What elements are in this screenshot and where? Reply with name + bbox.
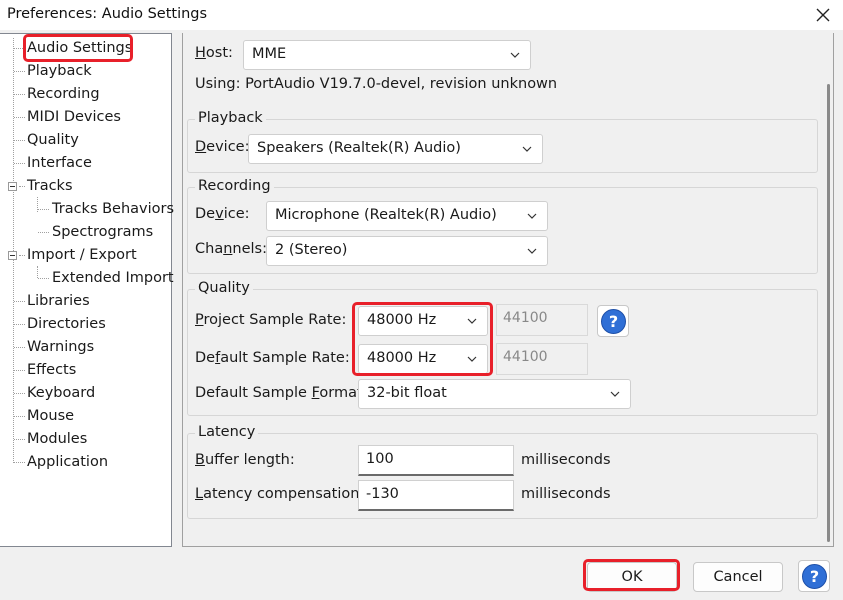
tree-item-playback[interactable]: Playback	[27, 61, 92, 81]
help-icon: ?	[601, 309, 626, 334]
default-sample-format-label: Default Sample Format:	[195, 385, 368, 401]
recording-device-label: Device:	[195, 206, 250, 222]
default-sample-format-value: 32-bit float	[367, 385, 447, 401]
recording-device-select[interactable]: Microphone (Realtek(R) Audio)	[266, 201, 548, 231]
tree-item-quality[interactable]: Quality	[27, 130, 79, 150]
tree-item-interface[interactable]: Interface	[27, 153, 92, 173]
collapse-import-export-icon[interactable]	[8, 251, 17, 260]
default-sample-rate-select[interactable]: 48000 Hz	[358, 344, 488, 374]
host-label: Host:	[195, 45, 233, 61]
tree-item-directories[interactable]: Directories	[27, 314, 106, 334]
default-sample-rate-other: 44100	[496, 343, 588, 375]
channels-label: Channels:	[195, 241, 267, 257]
cancel-button[interactable]: Cancel	[693, 562, 783, 592]
channels-value: 2 (Stereo)	[275, 242, 348, 258]
quality-help-button[interactable]: ?	[597, 305, 629, 337]
chevron-down-icon	[522, 146, 532, 152]
host-select[interactable]: MME	[243, 40, 531, 70]
project-sample-rate-other: 44100	[496, 304, 588, 336]
tree-item-modules[interactable]: Modules	[27, 429, 87, 449]
channels-select[interactable]: 2 (Stereo)	[266, 236, 548, 266]
ok-button[interactable]: OK	[587, 562, 677, 592]
tree-item-application[interactable]: Application	[27, 452, 108, 472]
window-title: Preferences: Audio Settings	[7, 6, 208, 22]
project-sample-rate-select[interactable]: 48000 Hz	[358, 306, 488, 336]
dialog-help-button[interactable]: ?	[798, 560, 830, 592]
latency-compensation-input[interactable]: -130	[358, 480, 514, 511]
playback-device-label: Device:	[195, 139, 250, 155]
host-select-value: MME	[252, 46, 287, 62]
category-tree: Audio Settings Playback Recording MIDI D…	[0, 33, 174, 547]
chevron-down-icon	[527, 248, 537, 254]
tree-item-extended-import[interactable]: Extended Import	[52, 268, 174, 288]
recording-device-value: Microphone (Realtek(R) Audio)	[275, 207, 497, 223]
collapse-tracks-icon[interactable]	[8, 182, 17, 191]
panel-scrollbar[interactable]	[827, 84, 830, 542]
chevron-down-icon	[467, 318, 477, 324]
default-sample-rate-value: 48000 Hz	[367, 350, 437, 366]
tree-item-effects[interactable]: Effects	[27, 360, 76, 380]
project-sample-rate-value: 48000 Hz	[367, 312, 437, 328]
playback-device-value: Speakers (Realtek(R) Audio)	[257, 140, 461, 156]
tree-item-mouse[interactable]: Mouse	[27, 406, 74, 426]
playback-device-select[interactable]: Speakers (Realtek(R) Audio)	[248, 134, 543, 164]
close-icon[interactable]	[813, 5, 833, 25]
chevron-down-icon	[610, 391, 620, 397]
latency-group-label: Latency	[195, 424, 259, 440]
title-bar: Preferences: Audio Settings	[0, 0, 843, 30]
tree-item-keyboard[interactable]: Keyboard	[27, 383, 95, 403]
tree-item-libraries[interactable]: Libraries	[27, 291, 90, 311]
buffer-length-label: Buffer length:	[195, 452, 295, 468]
using-portaudio-text: Using: PortAudio V19.7.0-devel, revision…	[195, 76, 558, 92]
tree-item-import-export[interactable]: Import / Export	[27, 245, 137, 265]
tree-item-midi-devices[interactable]: MIDI Devices	[27, 107, 121, 127]
help-icon: ?	[802, 564, 827, 589]
tree-item-tracks[interactable]: Tracks	[27, 176, 73, 196]
playback-group-label: Playback	[195, 110, 266, 126]
tree-item-audio-settings[interactable]: Audio Settings	[27, 38, 132, 58]
latency-compensation-unit: milliseconds	[521, 486, 611, 502]
tree-connector	[37, 266, 38, 278]
chevron-down-icon	[510, 52, 520, 58]
project-sample-rate-label: Project Sample Rate:	[195, 312, 347, 328]
default-sample-format-select[interactable]: 32-bit float	[358, 379, 631, 409]
chevron-down-icon	[527, 213, 537, 219]
latency-compensation-label: Latency compensation:	[195, 486, 365, 502]
default-sample-rate-label: Default Sample Rate:	[195, 350, 350, 366]
tree-item-tracks-behaviors[interactable]: Tracks Behaviors	[52, 199, 174, 219]
quality-group-label: Quality	[195, 280, 253, 296]
buffer-length-unit: milliseconds	[521, 452, 611, 468]
recording-group-label: Recording	[195, 178, 274, 194]
tree-item-recording[interactable]: Recording	[27, 84, 100, 104]
tree-item-spectrograms[interactable]: Spectrograms	[52, 222, 153, 242]
tree-item-warnings[interactable]: Warnings	[27, 337, 94, 357]
chevron-down-icon	[467, 356, 477, 362]
buffer-length-input[interactable]: 100	[358, 445, 514, 476]
